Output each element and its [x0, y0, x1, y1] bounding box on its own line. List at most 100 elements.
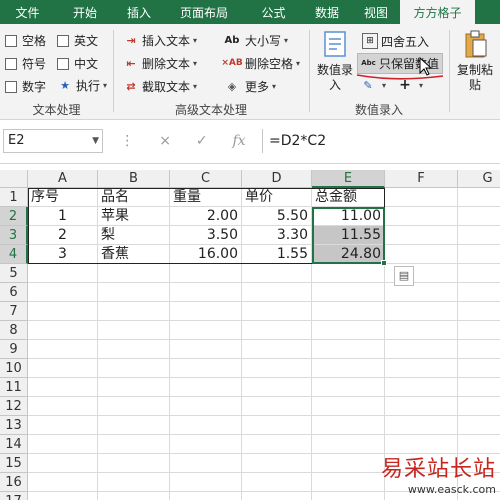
- checkbox-box[interactable]: [57, 57, 69, 70]
- fill-handle[interactable]: [381, 260, 387, 266]
- column-header-b[interactable]: B: [98, 170, 170, 188]
- cell-c11[interactable]: [170, 378, 242, 397]
- cell-f1[interactable]: [385, 188, 458, 207]
- edit-button[interactable]: ✎ ▾: [360, 77, 386, 93]
- more-button[interactable]: ◈ 更多 ▾: [222, 78, 276, 95]
- cell-a15[interactable]: [28, 454, 98, 473]
- cell-a16[interactable]: [28, 473, 98, 492]
- number-entry-button[interactable]: 数值录 入: [313, 30, 357, 93]
- cell-f10[interactable]: [385, 359, 458, 378]
- cell-a10[interactable]: [28, 359, 98, 378]
- cell-a7[interactable]: [28, 302, 98, 321]
- cell-b14[interactable]: [98, 435, 170, 454]
- cell-b17[interactable]: [98, 492, 170, 500]
- column-header-g[interactable]: G: [458, 170, 500, 188]
- cell-d15[interactable]: [242, 454, 312, 473]
- cell-g14[interactable]: [458, 435, 500, 454]
- execute-button[interactable]: ★ 执行 ▾: [57, 77, 107, 94]
- cell-c6[interactable]: [170, 283, 242, 302]
- cell-g4[interactable]: [458, 245, 500, 264]
- more-options-icon[interactable]: ⋮: [120, 133, 134, 149]
- cell-e1[interactable]: 总金额: [312, 188, 385, 207]
- cell-d5[interactable]: [242, 264, 312, 283]
- cell-c8[interactable]: [170, 321, 242, 340]
- confirm-icon[interactable]: ✓: [196, 133, 208, 149]
- cell-b4[interactable]: 香蕉: [98, 245, 170, 264]
- cell-b15[interactable]: [98, 454, 170, 473]
- cell-g3[interactable]: [458, 226, 500, 245]
- checkbox-box[interactable]: [5, 34, 17, 47]
- select-all-corner[interactable]: [0, 170, 28, 188]
- cell-f8[interactable]: [385, 321, 458, 340]
- cell-d1[interactable]: 单价: [242, 188, 312, 207]
- cell-b12[interactable]: [98, 397, 170, 416]
- cell-c9[interactable]: [170, 340, 242, 359]
- cell-a13[interactable]: [28, 416, 98, 435]
- cell-f11[interactable]: [385, 378, 458, 397]
- row-header-6[interactable]: 6: [0, 283, 28, 302]
- tab-home[interactable]: 开始: [55, 0, 115, 24]
- cell-a4[interactable]: 3: [28, 245, 98, 264]
- cell-a17[interactable]: [28, 492, 98, 500]
- cell-d14[interactable]: [242, 435, 312, 454]
- cell-c10[interactable]: [170, 359, 242, 378]
- cell-e16[interactable]: [312, 473, 385, 492]
- row-header-5[interactable]: 5: [0, 264, 28, 283]
- checkbox-numbers[interactable]: 数字: [5, 78, 46, 95]
- formula-input[interactable]: =D2*C2: [262, 129, 500, 153]
- cell-b1[interactable]: 品名: [98, 188, 170, 207]
- case-button[interactable]: Ab 大小写 ▾: [222, 32, 288, 49]
- cell-f3[interactable]: [385, 226, 458, 245]
- cell-b2[interactable]: 苹果: [98, 207, 170, 226]
- cell-f4[interactable]: [385, 245, 458, 264]
- cell-g11[interactable]: [458, 378, 500, 397]
- checkbox-chinese[interactable]: 中文: [57, 55, 98, 72]
- column-header-c[interactable]: C: [170, 170, 242, 188]
- cell-e10[interactable]: [312, 359, 385, 378]
- cell-g8[interactable]: [458, 321, 500, 340]
- row-header-17[interactable]: 17: [0, 492, 28, 500]
- tab-data[interactable]: 数据: [302, 0, 352, 24]
- cell-d11[interactable]: [242, 378, 312, 397]
- cell-e17[interactable]: [312, 492, 385, 500]
- cell-f9[interactable]: [385, 340, 458, 359]
- copy-paste-button[interactable]: 复制粘 贴: [452, 30, 498, 93]
- cell-f2[interactable]: [385, 207, 458, 226]
- insert-function-icon[interactable]: fx: [232, 133, 245, 149]
- tab-view[interactable]: 视图: [352, 0, 400, 24]
- cell-g10[interactable]: [458, 359, 500, 378]
- checkbox-symbols[interactable]: 符号: [5, 55, 46, 72]
- cell-c12[interactable]: [170, 397, 242, 416]
- insert-text-button[interactable]: ⇥ 插入文本 ▾: [123, 32, 197, 49]
- cell-e3[interactable]: 11.55: [312, 226, 385, 245]
- column-header-d[interactable]: D: [242, 170, 312, 188]
- cell-g6[interactable]: [458, 283, 500, 302]
- cell-b8[interactable]: [98, 321, 170, 340]
- cell-c15[interactable]: [170, 454, 242, 473]
- cell-d7[interactable]: [242, 302, 312, 321]
- cell-c4[interactable]: 16.00: [170, 245, 242, 264]
- checkbox-english[interactable]: 英文: [57, 32, 98, 49]
- cell-c13[interactable]: [170, 416, 242, 435]
- cell-c14[interactable]: [170, 435, 242, 454]
- cell-a8[interactable]: [28, 321, 98, 340]
- cell-d17[interactable]: [242, 492, 312, 500]
- row-header-11[interactable]: 11: [0, 378, 28, 397]
- row-header-10[interactable]: 10: [0, 359, 28, 378]
- cell-f14[interactable]: [385, 435, 458, 454]
- row-header-12[interactable]: 12: [0, 397, 28, 416]
- column-header-a[interactable]: A: [28, 170, 98, 188]
- cell-c16[interactable]: [170, 473, 242, 492]
- cell-d3[interactable]: 3.30: [242, 226, 312, 245]
- cell-d4[interactable]: 1.55: [242, 245, 312, 264]
- cell-c17[interactable]: [170, 492, 242, 500]
- tab-insert[interactable]: 插入: [115, 0, 163, 24]
- cell-d13[interactable]: [242, 416, 312, 435]
- cell-d10[interactable]: [242, 359, 312, 378]
- cell-e2[interactable]: 11.00: [312, 207, 385, 226]
- cell-g1[interactable]: [458, 188, 500, 207]
- cell-c1[interactable]: 重量: [170, 188, 242, 207]
- cell-e4[interactable]: 24.80: [312, 245, 385, 264]
- cell-e7[interactable]: [312, 302, 385, 321]
- cell-d8[interactable]: [242, 321, 312, 340]
